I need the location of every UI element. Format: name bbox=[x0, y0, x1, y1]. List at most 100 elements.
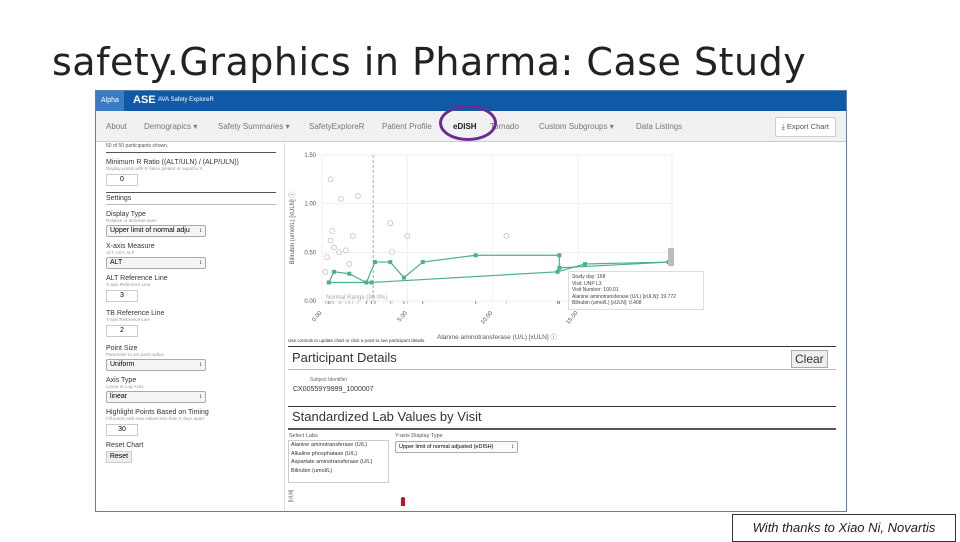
display-type-sub: Relative or absolute axes bbox=[106, 218, 157, 223]
nav-patient-profile[interactable]: Patient Profile bbox=[382, 122, 432, 131]
data-point bbox=[387, 220, 394, 226]
tooltip-line: Bilirubin (umol/L) [xULN]: 0.408 bbox=[572, 300, 642, 306]
nav-about[interactable]: About bbox=[106, 122, 127, 131]
lab-option[interactable]: Alkaline phosphatase (U/L) bbox=[291, 450, 388, 459]
data-point bbox=[327, 237, 334, 244]
axis-type-select[interactable]: linear bbox=[106, 391, 206, 403]
clear-button[interactable]: Clear bbox=[791, 350, 828, 368]
data-point bbox=[331, 269, 336, 274]
y-axis-label: Bilirubin (umol/L) [xULN] ⓘ bbox=[288, 192, 296, 265]
subject-id-value: CX00559Y9999_1000007 bbox=[293, 386, 374, 393]
scroll-marker bbox=[668, 248, 674, 267]
nav-safety-summaries[interactable]: Safety Summaries ▾ bbox=[218, 122, 290, 131]
alt-ref-label: ALT Reference Line bbox=[106, 275, 168, 282]
nav-custom-subgroups[interactable]: Custom Subgroups ▾ bbox=[539, 122, 614, 131]
display-type-label: Display Type bbox=[106, 211, 146, 218]
data-point bbox=[324, 254, 330, 261]
x-axis-label: Alanine aminotransferase (U/L) [xULN] ⓘ bbox=[437, 333, 557, 341]
data-point bbox=[346, 261, 353, 267]
data-point bbox=[369, 280, 374, 285]
highlight-sub: Fill points with max values less than X … bbox=[106, 416, 205, 421]
axis-type-sub: Linear or Log Axes bbox=[106, 384, 144, 389]
lab-values-title: Standardized Lab Values by Visit bbox=[292, 409, 482, 424]
y-tick-label: 0.50 bbox=[304, 250, 316, 256]
point-tooltip: Study day: 168 Visit: UNP L3 Visit Numbe… bbox=[568, 271, 704, 310]
data-point bbox=[347, 271, 352, 276]
xaxis-select[interactable]: ALT bbox=[106, 257, 206, 269]
quadrant-label: Normal Range (90.0%) bbox=[326, 295, 387, 301]
select-labs-label: Select Labs bbox=[289, 433, 318, 439]
data-point bbox=[337, 195, 344, 202]
lab-marker bbox=[401, 497, 405, 506]
select-labs-list[interactable]: Alanine aminotransferase (U/L) Alkaline … bbox=[288, 440, 389, 483]
data-point bbox=[473, 253, 478, 258]
data-point bbox=[557, 265, 562, 270]
nav-demographics[interactable]: Demograpics ▾ bbox=[144, 122, 197, 131]
tb-ref-label: TB Reference Line bbox=[106, 310, 165, 317]
ytype-label: Y-axis Display Type bbox=[395, 433, 443, 439]
data-point bbox=[420, 260, 425, 265]
data-point bbox=[401, 275, 406, 280]
chart-footnote: Use controls to update chart or click a … bbox=[288, 338, 426, 343]
axis-type-label: Axis Type bbox=[106, 377, 137, 384]
y-tick-label: 1.00 bbox=[304, 202, 316, 208]
y-tick-label: 1.50 bbox=[304, 153, 316, 159]
credit-box: With thanks to Xiao Ni, Novartis bbox=[732, 514, 956, 542]
x-tick-label: 5.00 bbox=[397, 310, 410, 323]
data-point bbox=[355, 193, 361, 199]
data-point bbox=[503, 232, 510, 239]
data-point bbox=[322, 268, 329, 275]
highlight-label: Highlight Points Based on Timing bbox=[106, 409, 209, 416]
lab-option[interactable]: Bilirubin (umol/L) bbox=[291, 467, 388, 476]
data-point bbox=[372, 260, 377, 265]
data-point bbox=[327, 176, 334, 183]
data-point bbox=[326, 280, 331, 285]
lab-option[interactable]: Alanine aminotransferase (U/L) bbox=[291, 441, 388, 450]
rratio-label: Minimum R Ratio ((ALT/ULN) / (ALP/ULN)) bbox=[106, 159, 239, 166]
rratio-sub: Display points with R ratios greater or … bbox=[106, 166, 204, 171]
x-tick-label: 15.00 bbox=[565, 310, 580, 326]
highlight-annotation bbox=[439, 105, 497, 141]
data-point bbox=[555, 269, 560, 274]
data-point bbox=[557, 253, 562, 258]
reset-label: Reset Chart bbox=[106, 442, 144, 449]
y-tick-label: 0.00 bbox=[304, 299, 316, 305]
display-type-select[interactable]: Upper limit of normal adju bbox=[106, 225, 206, 237]
x-tick-label: 10.00 bbox=[480, 310, 495, 326]
ytype-select[interactable]: Upper limit of normal adjusted (eDISH) bbox=[395, 441, 518, 453]
nav-data-listings[interactable]: Data Listings bbox=[636, 122, 682, 131]
reset-button[interactable]: Reset bbox=[106, 451, 132, 463]
data-point bbox=[329, 228, 336, 234]
rratio-input[interactable]: 0 bbox=[106, 174, 138, 186]
alt-ref-sub: X-axis Reference Line bbox=[106, 282, 151, 287]
sidebar: 50 of 50 participants shown. Minimum R R… bbox=[106, 143, 276, 463]
subject-id-label: Subject Identifier bbox=[310, 377, 348, 383]
export-chart-button[interactable]: ⤓ Export Chart bbox=[774, 117, 836, 137]
data-point bbox=[349, 232, 356, 239]
point-size-select[interactable]: Uniform bbox=[106, 359, 206, 371]
tb-ref-sub: Y-axis Reference Line bbox=[106, 317, 150, 322]
xaxis-sub: ALT, AST, ALP bbox=[106, 250, 135, 255]
lab-chart-ylabel: [ULN] bbox=[288, 489, 295, 503]
app-screenshot: Alpha ASE AVA Safety ExploreR About Demo… bbox=[95, 90, 847, 512]
nav-safetyexplorer[interactable]: SafetyExploreR bbox=[309, 122, 365, 131]
point-size-label: Point Size bbox=[106, 345, 138, 352]
alt-ref-input[interactable]: 3 bbox=[106, 290, 138, 302]
alpha-badge: Alpha bbox=[96, 91, 124, 111]
slide-title: safety.Graphics in Pharma: Case Study bbox=[52, 40, 807, 84]
participant-details-title: Participant Details bbox=[292, 350, 397, 365]
tb-ref-input[interactable]: 2 bbox=[106, 325, 138, 337]
data-point bbox=[388, 260, 393, 265]
brand-logo[interactable]: ASE bbox=[133, 94, 156, 106]
edish-chart[interactable]: 0.00 0.50 1.00 1.50 0.00 5.00 10.00 15.00 Normal… bbox=[286, 143, 706, 343]
data-point bbox=[331, 244, 337, 251]
highlight-input[interactable]: 30 bbox=[106, 424, 138, 436]
xaxis-label: X-axis Measure bbox=[106, 243, 155, 250]
x-tick-label: 0.00 bbox=[311, 310, 324, 323]
data-point bbox=[582, 262, 587, 267]
brand-subtitle: AVA Safety ExploreR bbox=[158, 97, 214, 103]
point-size-sub: Parameter to set point radius bbox=[106, 352, 164, 357]
lab-option[interactable]: Aspartate aminotransferase (U/L) bbox=[291, 458, 388, 467]
settings-heading: Settings bbox=[106, 195, 132, 202]
participants-shown: 50 of 50 participants shown. bbox=[106, 143, 169, 149]
